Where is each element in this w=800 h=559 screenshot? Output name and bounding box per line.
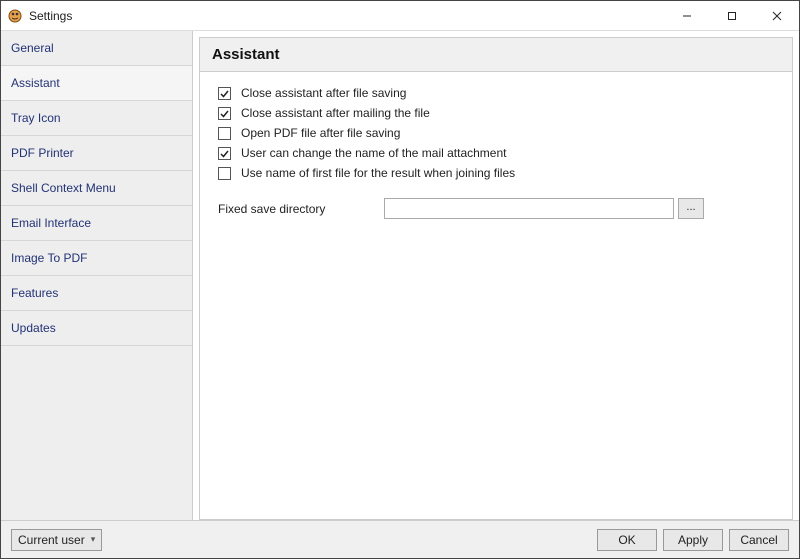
checkbox[interactable] bbox=[218, 167, 231, 180]
sidebar-item-general[interactable]: General bbox=[1, 31, 192, 66]
sidebar-item-assistant[interactable]: Assistant bbox=[1, 66, 192, 101]
option-close-after-mailing: Close assistant after mailing the file bbox=[218, 106, 774, 120]
checkbox[interactable] bbox=[218, 147, 231, 160]
window-controls bbox=[664, 1, 799, 30]
checkbox[interactable] bbox=[218, 127, 231, 140]
sidebar-item-email-interface[interactable]: Email Interface bbox=[1, 206, 192, 241]
panel-title: Assistant bbox=[212, 46, 780, 63]
scope-select[interactable]: Current user ▾ bbox=[11, 529, 102, 551]
option-label: User can change the name of the mail att… bbox=[241, 146, 506, 160]
sidebar-item-image-to-pdf[interactable]: Image To PDF bbox=[1, 241, 192, 276]
option-change-attachment-name: User can change the name of the mail att… bbox=[218, 146, 774, 160]
sidebar-item-label: Tray Icon bbox=[11, 111, 61, 125]
fixed-save-directory-input[interactable] bbox=[384, 198, 674, 219]
sidebar-item-label: General bbox=[11, 41, 54, 55]
bottombar: Current user ▾ OK Apply Cancel bbox=[1, 520, 799, 558]
settings-window: Settings General Assistant Tray Icon PDF bbox=[0, 0, 800, 559]
chevron-down-icon: ▾ bbox=[91, 534, 96, 545]
option-label: Close assistant after mailing the file bbox=[241, 106, 430, 120]
option-open-pdf-after-saving: Open PDF file after file saving bbox=[218, 126, 774, 140]
sidebar-item-updates[interactable]: Updates bbox=[1, 311, 192, 346]
ok-button[interactable]: OK bbox=[597, 529, 657, 551]
option-label: Close assistant after file saving bbox=[241, 86, 406, 100]
sidebar-item-features[interactable]: Features bbox=[1, 276, 192, 311]
fixed-save-directory-row: Fixed save directory ... bbox=[218, 198, 774, 219]
option-close-after-saving: Close assistant after file saving bbox=[218, 86, 774, 100]
option-label: Use name of first file for the result wh… bbox=[241, 166, 515, 180]
sidebar-item-tray-icon[interactable]: Tray Icon bbox=[1, 101, 192, 136]
settings-panel: Assistant Close assistant after file sav… bbox=[199, 37, 793, 520]
option-first-file-name-join: Use name of first file for the result wh… bbox=[218, 166, 774, 180]
cancel-button[interactable]: Cancel bbox=[729, 529, 789, 551]
sidebar-item-label: Shell Context Menu bbox=[11, 181, 116, 195]
panel-header: Assistant bbox=[200, 38, 792, 72]
body: General Assistant Tray Icon PDF Printer … bbox=[1, 31, 799, 520]
checkbox[interactable] bbox=[218, 107, 231, 120]
sidebar-item-label: Features bbox=[11, 286, 58, 300]
minimize-button[interactable] bbox=[664, 1, 709, 30]
sidebar-item-label: PDF Printer bbox=[11, 146, 74, 160]
sidebar-item-label: Image To PDF bbox=[11, 251, 87, 265]
sidebar-item-label: Assistant bbox=[11, 76, 60, 90]
checkbox[interactable] bbox=[218, 87, 231, 100]
main: Assistant Close assistant after file sav… bbox=[193, 31, 799, 520]
sidebar-item-label: Email Interface bbox=[11, 216, 91, 230]
titlebar: Settings bbox=[1, 1, 799, 31]
sidebar-item-pdf-printer[interactable]: PDF Printer bbox=[1, 136, 192, 171]
app-icon bbox=[7, 8, 23, 24]
fixed-save-directory-label: Fixed save directory bbox=[218, 202, 384, 216]
apply-button[interactable]: Apply bbox=[663, 529, 723, 551]
sidebar-item-shell-context-menu[interactable]: Shell Context Menu bbox=[1, 171, 192, 206]
option-label: Open PDF file after file saving bbox=[241, 126, 400, 140]
close-button[interactable] bbox=[754, 1, 799, 30]
sidebar-item-label: Updates bbox=[11, 321, 56, 335]
panel-body: Close assistant after file saving Close … bbox=[200, 72, 792, 233]
window-title: Settings bbox=[29, 9, 72, 23]
scope-selected-label: Current user bbox=[18, 533, 85, 547]
sidebar: General Assistant Tray Icon PDF Printer … bbox=[1, 31, 193, 520]
browse-button[interactable]: ... bbox=[678, 198, 704, 219]
maximize-button[interactable] bbox=[709, 1, 754, 30]
